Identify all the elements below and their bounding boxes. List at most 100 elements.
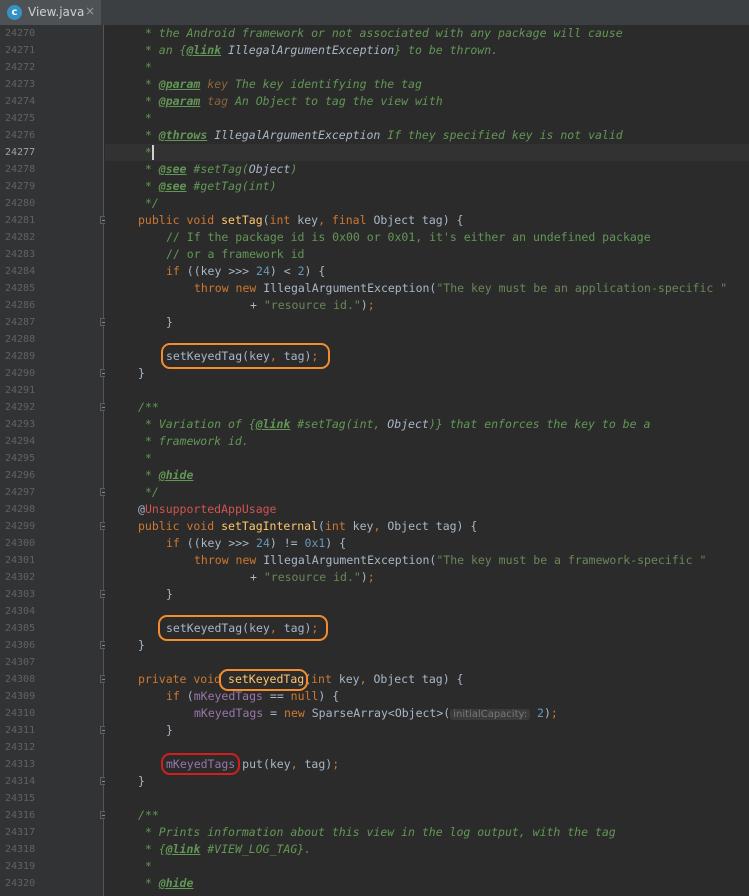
code-line[interactable]: *: [105, 450, 749, 467]
code-token: #setTag(: [186, 162, 249, 176]
code-token: 2: [297, 264, 305, 278]
code-line[interactable]: * framework id.: [105, 433, 749, 450]
code-line[interactable]: *: [105, 858, 749, 875]
code-line[interactable]: }: [105, 773, 749, 790]
tab-view-java[interactable]: c View.java ×: [0, 0, 101, 25]
code-token: *: [138, 145, 152, 159]
code-line[interactable]: * @throws IllegalArgumentException If th…: [105, 127, 749, 144]
code-line[interactable]: [105, 654, 749, 671]
code-token: ,: [269, 349, 284, 363]
code-token: ((key >>>: [186, 536, 257, 550]
code-line[interactable]: }: [105, 586, 749, 603]
code-line[interactable]: // If the package id is 0x00 or 0x01, it…: [105, 229, 749, 246]
code-token: ((key >>>: [186, 264, 257, 278]
code-line[interactable]: * @hide: [105, 875, 749, 892]
code-line[interactable]: [105, 603, 749, 620]
line-number: 24303: [5, 589, 36, 600]
code-line[interactable]: *: [105, 144, 749, 161]
code-token: If they specified key is not valid: [380, 128, 623, 142]
code-token: *: [138, 859, 152, 873]
code-line[interactable]: setKeyedTag(key, tag);: [105, 348, 749, 365]
close-icon[interactable]: ×: [85, 4, 95, 18]
code-line[interactable]: * @see #getTag(int): [105, 178, 749, 195]
code-line[interactable]: mKeyedTags.put(key, tag);: [105, 756, 749, 773]
code-line[interactable]: */: [105, 484, 749, 501]
code-line[interactable]: * Variation of {@link #setTag(int, Objec…: [105, 416, 749, 433]
code-line[interactable]: [105, 331, 749, 348]
code-line[interactable]: [105, 382, 749, 399]
code-line[interactable]: [105, 790, 749, 807]
code-line[interactable]: /**: [105, 399, 749, 416]
line-number: 24286: [5, 300, 36, 311]
code-token: */: [138, 196, 159, 210]
code-line[interactable]: * @see #setTag(Object): [105, 161, 749, 178]
code-token: Object: [387, 417, 429, 431]
code-line[interactable]: }: [105, 314, 749, 331]
code-line[interactable]: throw new IllegalArgumentException("The …: [105, 552, 749, 569]
code-token: }: [138, 366, 145, 380]
line-number: 24297: [5, 487, 36, 498]
code-line[interactable]: * @param tag An Object to tag the view w…: [105, 93, 749, 110]
line-number: 24292: [5, 402, 36, 413]
line-number: 24294: [5, 436, 36, 447]
code-line[interactable]: public void setTagInternal(int key, Obje…: [105, 518, 749, 535]
code-token: * Prints information about this view in …: [138, 825, 616, 839]
code-token: @throws: [158, 128, 208, 142]
line-number: 24277: [5, 147, 36, 158]
line-number: 24291: [5, 385, 36, 396]
code-token: "resource id.": [263, 570, 361, 584]
code-line[interactable]: mKeyedTags = new SparseArray<Object>(ini…: [105, 705, 749, 722]
line-number: 24285: [5, 283, 36, 294]
code-token: "The key must be a framework-specific ": [436, 553, 707, 567]
code-line[interactable]: // or a framework id: [105, 246, 749, 263]
code-token: (: [186, 689, 194, 703]
line-number: 24307: [5, 657, 36, 668]
code-token: *: [138, 876, 159, 890]
code-line[interactable]: }: [105, 637, 749, 654]
code-token: )} that enforces the key to be a: [428, 417, 651, 431]
code-token: *: [138, 77, 159, 91]
code-token: *: [138, 468, 159, 482]
code-token: @see: [158, 179, 187, 193]
code-line[interactable]: * @param key The key identifying the tag: [105, 76, 749, 93]
line-number: 24282: [5, 232, 36, 243]
code-editor[interactable]: * the Android framework or not associate…: [105, 25, 749, 896]
code-token: throw new: [194, 553, 264, 567]
code-line[interactable]: if ((key >>> 24) != 0x1) {: [105, 535, 749, 552]
code-line[interactable]: * @hide: [105, 467, 749, 484]
code-token: ) {: [325, 536, 347, 550]
code-line[interactable]: + "resource id.");: [105, 569, 749, 586]
code-line[interactable]: *: [105, 110, 749, 127]
code-token: @hide: [158, 876, 194, 890]
code-token: ,: [359, 672, 374, 686]
code-token: *: [138, 179, 159, 193]
code-line[interactable]: *: [105, 59, 749, 76]
code-token: // or a framework id: [166, 247, 305, 261]
code-line[interactable]: if ((key >>> 24) < 2) {: [105, 263, 749, 280]
code-line[interactable]: private void setKeyedTag(int key, Object…: [105, 671, 749, 688]
code-line[interactable]: * the Android framework or not associate…: [105, 25, 749, 42]
code-line[interactable]: + "resource id.");: [105, 297, 749, 314]
code-line[interactable]: }: [105, 365, 749, 382]
code-line[interactable]: * {@link #VIEW_LOG_TAG}.: [105, 841, 749, 858]
code-token: */: [138, 485, 159, 499]
code-line[interactable]: @UnsupportedAppUsage: [105, 501, 749, 518]
code-line[interactable]: }: [105, 722, 749, 739]
code-token: tag): [283, 621, 312, 635]
code-line[interactable]: [105, 739, 749, 756]
code-line[interactable]: */: [105, 195, 749, 212]
code-line[interactable]: setKeyedTag(key, tag);: [105, 620, 749, 637]
line-number: 24314: [5, 776, 36, 787]
line-number: 24312: [5, 742, 36, 753]
code-line[interactable]: if (mKeyedTags == null) {: [105, 688, 749, 705]
code-token: if: [166, 264, 187, 278]
code-line[interactable]: public void setTag(int key, final Object…: [105, 212, 749, 229]
code-token: public void: [138, 519, 222, 533]
code-token: }: [138, 638, 145, 652]
code-line[interactable]: /**: [105, 807, 749, 824]
code-token: 2: [537, 706, 544, 720]
code-line[interactable]: * an {@link IllegalArgumentException} to…: [105, 42, 749, 59]
code-line[interactable]: throw new IllegalArgumentException("The …: [105, 280, 749, 297]
code-line[interactable]: * Prints information about this view in …: [105, 824, 749, 841]
